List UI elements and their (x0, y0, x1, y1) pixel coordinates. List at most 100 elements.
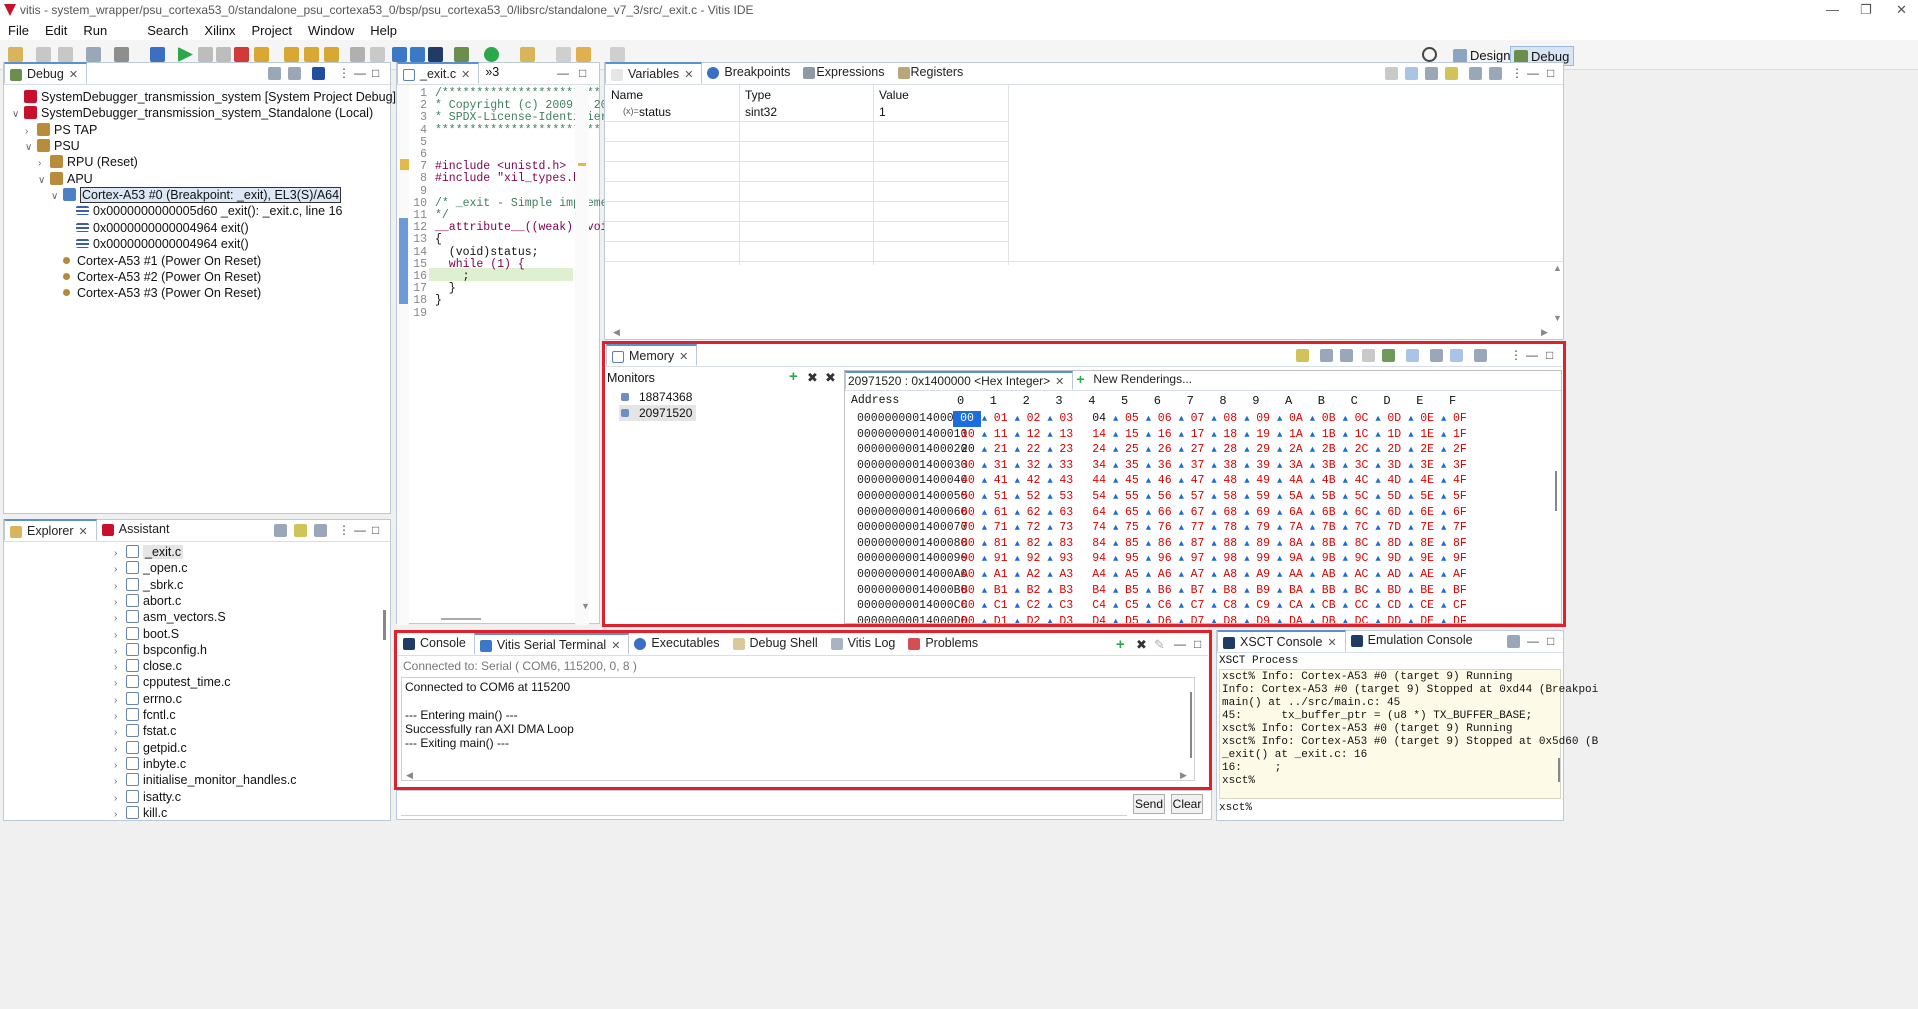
memory-cell[interactable]: C3 (1059, 598, 1085, 614)
close-icon[interactable]: ✕ (461, 69, 470, 81)
col-value[interactable]: Value (879, 88, 909, 102)
monitor-item[interactable]: 18874368 (621, 389, 692, 405)
toggle-split-pane-icon[interactable] (1450, 349, 1463, 362)
collapse-all-icon[interactable] (274, 524, 287, 537)
close-icon[interactable]: ✕ (1327, 637, 1336, 649)
debug-tree-item[interactable]: Cortex-A53 #3 (Power On Reset) (51, 285, 261, 301)
memory-cell[interactable]: 2F (1453, 442, 1479, 458)
filter-icon[interactable] (314, 524, 327, 537)
code-line[interactable]: } (435, 294, 442, 307)
select-all-icon[interactable] (1445, 67, 1458, 80)
tab-vitis-log[interactable]: Vitis Log (826, 633, 904, 655)
memory-cell[interactable]: 03 (1059, 411, 1085, 427)
xsct-output[interactable]: xsct% Info: Cortex-A53 #0 (target 9) Run… (1219, 669, 1598, 799)
remove-terminal-icon[interactable]: ✖ (1136, 637, 1147, 653)
minimize-icon[interactable]: — (354, 66, 366, 80)
memory-cell[interactable]: 53 (1059, 489, 1085, 505)
tab-vitis-serial-terminal[interactable]: Vitis Serial Terminal ✕ (473, 633, 630, 655)
file-tree-item[interactable]: › boot.S (114, 626, 179, 642)
h-scrollbar-thumb[interactable] (441, 618, 481, 620)
scrollbar-thumb[interactable] (383, 610, 386, 640)
debug-tree-item[interactable]: Cortex-A53 #2 (Power On Reset) (51, 269, 261, 285)
memory-cell[interactable]: D3 (1059, 614, 1085, 623)
layout-icon[interactable] (1474, 349, 1487, 362)
memory-cell[interactable]: 4F (1453, 473, 1479, 489)
close-window-icon[interactable]: ✕ (1896, 0, 1907, 20)
file-tree-item[interactable]: › initialise_monitor_handles.c (114, 772, 297, 788)
clear-console-icon[interactable] (1507, 635, 1520, 648)
close-icon[interactable]: ✕ (79, 526, 88, 538)
code-line[interactable]: (void)status; (435, 246, 539, 259)
code-area[interactable]: 1/*********************** 2 * Copyright (c… (397, 85, 607, 335)
minimize-icon[interactable]: — (1527, 66, 1539, 80)
menu-edit[interactable]: Edit (37, 23, 75, 38)
skip-breakpoints-icon[interactable] (150, 47, 165, 62)
scroll-left-arrow[interactable]: ◀ (613, 327, 620, 338)
close-icon[interactable]: ✕ (69, 69, 78, 81)
memory-cell[interactable]: 6F (1453, 505, 1479, 521)
scroll-right-arrow[interactable]: ▶ (1180, 770, 1187, 781)
var-name[interactable]: status (639, 105, 671, 119)
expand-toggle-icon[interactable]: ∨ (25, 140, 37, 156)
code-line[interactable]: { (435, 233, 442, 246)
var-value[interactable]: 1 (879, 105, 886, 119)
menu-help[interactable]: Help (362, 23, 405, 38)
warning-ruler-mark[interactable] (578, 163, 586, 166)
last-edit-icon[interactable] (556, 47, 571, 62)
v-scrollbar-thumb[interactable] (1555, 471, 1557, 511)
view-menu-icon[interactable]: ⋮ (1510, 348, 1522, 362)
serial-input-field[interactable] (401, 794, 1127, 816)
code-line[interactable]: while (1) { (435, 258, 525, 271)
remove-monitor-icon[interactable]: ✖ (807, 370, 818, 386)
instruction-step-icon[interactable] (324, 47, 339, 62)
file-tree-item[interactable]: › isatty.c (114, 789, 181, 805)
tab-new-renderings[interactable]: + New Renderings... (1073, 371, 1200, 390)
debug-tree-item[interactable]: ∨ SystemDebugger_transmission_system_Stan… (12, 105, 373, 121)
tab-xsct-console[interactable]: XSCT Console ✕ (1217, 630, 1346, 652)
menu-run[interactable]: Run (75, 23, 115, 38)
tab-exit-c[interactable]: _exit.c ✕ (397, 62, 480, 84)
file-tree-item[interactable]: › bspconfig.h (114, 642, 207, 658)
file-tree-item[interactable]: › getpid.c (114, 740, 187, 756)
file-tree-item[interactable]: › _exit.c (114, 544, 184, 560)
export-icon[interactable] (1340, 349, 1353, 362)
tab-problems[interactable]: Problems (903, 633, 986, 655)
monitor-item-selected[interactable]: 20971520 (619, 405, 697, 421)
debug-tree-item[interactable]: Cortex-A53 #1 (Power On Reset) (51, 253, 261, 269)
memory-table[interactable]: 0000000001400000 00 ▲ 01 ▲ 02 ▲ 03 04 ▲ 05 ▲ 06 ▲ 07 ▲ 0… (845, 411, 1545, 623)
back-icon[interactable] (576, 47, 591, 62)
toggle-split-icon[interactable] (1406, 349, 1419, 362)
view-layout-icon[interactable] (1489, 67, 1502, 80)
file-tree-item[interactable]: › close.c (114, 658, 182, 674)
memory-cell[interactable]: CF (1453, 598, 1479, 614)
memory-cell[interactable]: 73 (1059, 520, 1085, 536)
memory-cell[interactable]: 33 (1059, 458, 1085, 474)
link-editor-icon[interactable] (294, 524, 307, 537)
memory-cell[interactable]: 1F (1453, 427, 1479, 443)
memory-cell[interactable]: AF (1453, 567, 1479, 583)
minimize-icon[interactable]: — (354, 523, 366, 537)
maximize-icon[interactable]: □ (1547, 66, 1554, 80)
memory-cell[interactable]: 9F (1453, 551, 1479, 567)
code-line[interactable]: #include <unistd.h> (435, 160, 566, 173)
maximize-icon[interactable]: □ (372, 66, 379, 80)
debug-tree-item[interactable]: › PS TAP (25, 122, 97, 138)
file-tree-item[interactable]: › _open.c (114, 560, 187, 576)
menu-window[interactable]: Window (300, 23, 362, 38)
memory-cell[interactable]: BF (1453, 583, 1479, 599)
run-launch-icon[interactable] (484, 47, 499, 62)
code-line[interactable]: ; (435, 270, 470, 283)
tab-variables[interactable]: Variables ✕ (605, 62, 703, 84)
show-type-names-icon[interactable] (1385, 67, 1398, 80)
code-line[interactable]: #include "xil_types.h" (435, 172, 587, 185)
collapse-all-icon[interactable] (268, 67, 281, 80)
col-name[interactable]: Name (611, 88, 643, 102)
tab-breakpoints[interactable]: Breakpoints (702, 62, 798, 84)
tab-rendering[interactable]: 20971520 : 0x1400000 <Hex Integer> ✕ (845, 371, 1074, 390)
scroll-up-arrow[interactable]: ▲ (1553, 263, 1562, 273)
debug-tree-item[interactable]: ∨ Cortex-A53 #0 (Breakpoint: _exit), EL3(… (51, 187, 342, 204)
menu-xilinx[interactable]: Xilinx (196, 23, 243, 38)
expand-toggle-icon[interactable]: ∨ (12, 107, 24, 123)
tab-executables[interactable]: Executables (629, 633, 727, 655)
scroll-right-arrow[interactable]: ▶ (1541, 327, 1548, 338)
